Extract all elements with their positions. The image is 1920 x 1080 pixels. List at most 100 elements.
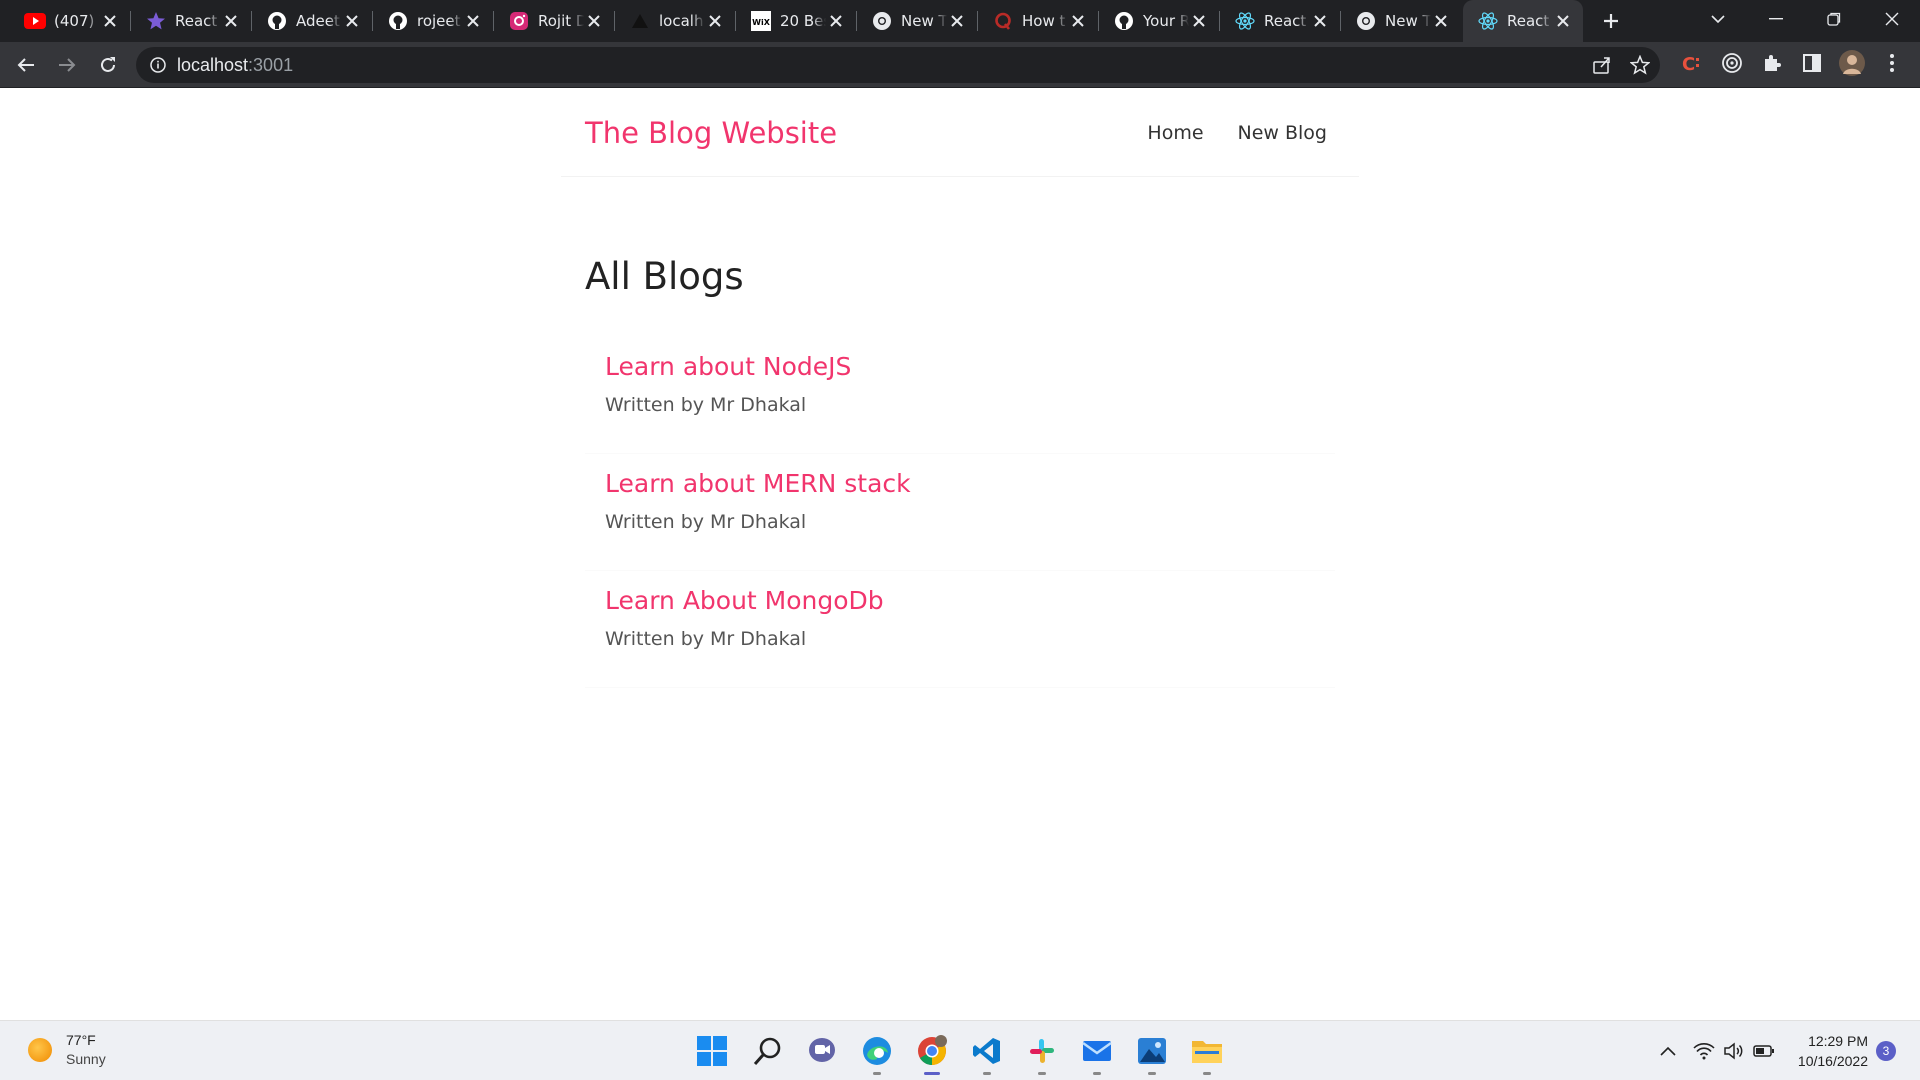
weather-temperature: 77°F	[66, 1032, 96, 1048]
side-panel-button[interactable]	[1796, 49, 1828, 81]
browser-menu-button[interactable]	[1876, 49, 1908, 81]
taskbar-search-button[interactable]	[748, 1031, 788, 1071]
show-hidden-icons-button[interactable]	[1654, 1037, 1682, 1065]
chrome-icon	[1355, 10, 1377, 32]
youtube-icon	[24, 10, 46, 32]
photos-button[interactable]	[1132, 1031, 1172, 1075]
battery-button[interactable]	[1750, 1037, 1778, 1065]
clock-time: 12:29 PM	[1808, 1033, 1868, 1049]
close-tab-icon[interactable]	[1068, 11, 1088, 31]
web-page: The Blog Website Home New Blog All Blogs…	[0, 88, 1920, 1020]
svg-text:WiX: WiX	[752, 18, 771, 27]
nav-link-new-blog[interactable]: New Blog	[1238, 122, 1327, 144]
blog-author: Written by Mr Dhakal	[605, 394, 807, 416]
site-navbar: The Blog Website Home New Blog	[561, 88, 1359, 177]
vscode-icon	[973, 1038, 1000, 1064]
github-icon	[1113, 10, 1135, 32]
teams-chat-icon	[809, 1038, 835, 1062]
chrome-button[interactable]	[912, 1031, 952, 1075]
close-tab-icon[interactable]	[221, 11, 241, 31]
forward-button[interactable]	[51, 49, 83, 81]
react-icon	[1234, 10, 1256, 32]
close-tab-icon[interactable]	[342, 11, 362, 31]
back-button[interactable]	[10, 49, 42, 81]
browser-tab[interactable]: WiX 20 Bes	[736, 0, 856, 42]
restore-button[interactable]	[1806, 0, 1862, 38]
file-explorer-button[interactable]	[1187, 1031, 1227, 1075]
teams-chat-button[interactable]	[802, 1031, 842, 1071]
reload-button[interactable]	[92, 49, 124, 81]
chevron-up-icon	[1660, 1046, 1676, 1056]
site-info-icon[interactable]	[148, 55, 168, 79]
wix-icon: WiX	[750, 10, 772, 32]
bookmark-star-icon[interactable]	[1629, 54, 1651, 79]
vscode-button[interactable]	[967, 1031, 1007, 1075]
close-tab-icon[interactable]	[1189, 11, 1209, 31]
browser-tab-active[interactable]: React	[1463, 0, 1583, 42]
network-button[interactable]	[1690, 1037, 1718, 1065]
puzzle-icon	[1762, 53, 1782, 77]
minimize-button[interactable]	[1748, 0, 1804, 38]
site-brand: The Blog Website	[585, 116, 838, 150]
side-panel-icon	[1803, 54, 1821, 76]
browser-tab[interactable]: Adeet	[252, 0, 372, 42]
share-icon[interactable]	[1592, 55, 1612, 79]
browser-tab[interactable]: (407) YouTube	[10, 0, 130, 42]
react-icon	[1477, 10, 1499, 32]
close-tab-icon[interactable]	[584, 11, 604, 31]
blog-preview[interactable]: Learn about MERN stack Written by Mr Dha…	[585, 454, 1335, 571]
browser-tab[interactable]: React	[131, 0, 251, 42]
mail-button[interactable]	[1077, 1031, 1117, 1075]
restore-icon	[1827, 12, 1841, 26]
browser-tab[interactable]: Your R	[1099, 0, 1219, 42]
speaker-icon	[1724, 1042, 1743, 1060]
blog-preview[interactable]: Learn about NodeJS Written by Mr Dhakal	[585, 337, 1335, 454]
blog-title[interactable]: Learn About MongoDb	[605, 586, 1315, 618]
blog-title[interactable]: Learn about NodeJS	[605, 352, 1315, 384]
browser-tab[interactable]: New T	[857, 0, 977, 42]
edge-button[interactable]	[857, 1031, 897, 1075]
extensions-button[interactable]	[1756, 49, 1788, 81]
search-icon	[753, 1037, 781, 1065]
notification-badge[interactable]: 3	[1876, 1041, 1896, 1061]
browser-tab[interactable]: How t	[978, 0, 1098, 42]
browser-tab[interactable]: React	[1220, 0, 1340, 42]
chrome-icon	[871, 10, 893, 32]
close-tab-icon[interactable]	[705, 11, 725, 31]
browser-tab[interactable]: localh	[615, 0, 735, 42]
slack-button[interactable]	[1022, 1031, 1062, 1075]
nav-link-home[interactable]: Home	[1147, 122, 1203, 144]
blog-title[interactable]: Learn about MERN stack	[605, 469, 1315, 501]
browser-tab[interactable]: Rojit D	[494, 0, 614, 42]
blog-author: Written by Mr Dhakal	[605, 628, 807, 650]
close-tab-icon[interactable]	[463, 11, 483, 31]
blog-list: Learn about NodeJS Written by Mr Dhakal …	[585, 337, 1335, 688]
chevron-down-icon	[1711, 14, 1725, 23]
address-bar[interactable]: localhost:3001	[136, 47, 1660, 83]
page-title: All Blogs	[585, 255, 744, 298]
wifi-icon	[1693, 1043, 1715, 1060]
clock-date: 10/16/2022	[1797, 1053, 1868, 1069]
tab-search-button[interactable]	[1690, 0, 1746, 38]
close-window-button[interactable]	[1864, 0, 1920, 38]
extension-button[interactable]: C	[1676, 49, 1708, 81]
close-tab-icon[interactable]	[1553, 11, 1573, 31]
more-vertical-icon	[1890, 54, 1894, 76]
new-tab-button[interactable]	[1596, 6, 1626, 36]
close-tab-icon[interactable]	[100, 11, 120, 31]
url-text: localhost:3001	[177, 55, 294, 75]
close-tab-icon[interactable]	[1310, 11, 1330, 31]
profile-button[interactable]	[1836, 49, 1868, 81]
extension-button[interactable]	[1716, 49, 1748, 81]
browser-tab[interactable]: New T	[1341, 0, 1461, 42]
system-clock[interactable]: 12:29 PM 10/16/2022	[1784, 1031, 1868, 1071]
volume-button[interactable]	[1720, 1037, 1748, 1065]
blog-preview[interactable]: Learn About MongoDb Written by Mr Dhakal	[585, 571, 1335, 688]
close-tab-icon[interactable]	[1431, 11, 1451, 31]
extension-logo-icon: C	[1681, 52, 1703, 78]
start-button[interactable]	[692, 1031, 732, 1071]
weather-widget[interactable]: 77°F Sunny	[28, 1031, 106, 1069]
close-tab-icon[interactable]	[947, 11, 967, 31]
browser-tab[interactable]: rojeet	[373, 0, 493, 42]
close-tab-icon[interactable]	[826, 11, 846, 31]
